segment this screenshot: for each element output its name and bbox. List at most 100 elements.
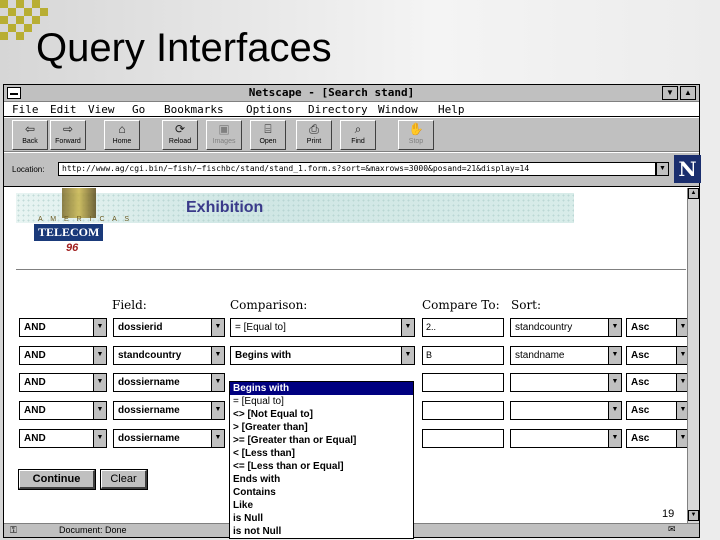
home-button[interactable]: ⌂ Home bbox=[104, 120, 140, 150]
security-key-icon: ⚿ bbox=[10, 525, 17, 535]
minimize-icon[interactable]: ▼ bbox=[662, 86, 678, 100]
row1-order-select[interactable]: Asc ▼ bbox=[626, 318, 687, 337]
window-title: Netscape - [Search stand] bbox=[248, 86, 415, 99]
logo-mark-icon bbox=[62, 188, 96, 218]
menu-help[interactable]: Help bbox=[438, 103, 465, 116]
chevron-down-icon: ▼ bbox=[676, 402, 687, 419]
row4-op-select[interactable]: AND ▼ bbox=[19, 401, 107, 420]
option-less[interactable]: < [Less than] bbox=[230, 447, 413, 460]
chevron-down-icon: ▼ bbox=[608, 319, 621, 336]
row3-compare-input[interactable] bbox=[422, 373, 504, 392]
option-contains[interactable]: Contains bbox=[230, 486, 413, 499]
menu-file[interactable]: File bbox=[12, 103, 39, 116]
row3-order-select[interactable]: Asc ▼ bbox=[626, 373, 687, 392]
option-is-null[interactable]: is Null bbox=[230, 512, 413, 525]
banner-title: Exhibition bbox=[186, 199, 264, 216]
row5-field-select[interactable]: dossiername ▼ bbox=[113, 429, 225, 448]
row1-compare-input[interactable]: 2.. bbox=[422, 318, 504, 337]
chevron-down-icon: ▼ bbox=[608, 347, 621, 364]
menu-window[interactable]: Window bbox=[378, 103, 418, 116]
clear-button[interactable]: Clear bbox=[100, 469, 148, 490]
chevron-down-icon: ▼ bbox=[608, 430, 621, 447]
slide-title: Query Interfaces bbox=[36, 26, 332, 70]
row2-field-select[interactable]: standcountry ▼ bbox=[113, 346, 225, 365]
row5-sort-select[interactable]: ▼ bbox=[510, 429, 622, 448]
page-number: 19 bbox=[662, 508, 675, 520]
back-button[interactable]: ⇦ Back bbox=[12, 120, 48, 150]
chevron-down-icon: ▼ bbox=[93, 430, 106, 447]
row3-field-select[interactable]: dossiername ▼ bbox=[113, 373, 225, 392]
option-is-not-null[interactable]: is not Null bbox=[230, 525, 413, 538]
location-label: Location: bbox=[12, 165, 45, 174]
row1-field-select[interactable]: dossierid ▼ bbox=[113, 318, 225, 337]
forward-button[interactable]: ⇨ Forward bbox=[50, 120, 86, 150]
row4-order-select[interactable]: Asc ▼ bbox=[626, 401, 687, 420]
chevron-down-icon: ▼ bbox=[93, 374, 106, 391]
print-button[interactable]: ⎙ Print bbox=[296, 120, 332, 150]
chevron-down-icon: ▼ bbox=[676, 374, 687, 391]
row4-compare-input[interactable] bbox=[422, 401, 504, 420]
comparison-header: Comparison: bbox=[230, 298, 308, 312]
row2-sort-select[interactable]: standname ▼ bbox=[510, 346, 622, 365]
chevron-down-icon: ▼ bbox=[608, 402, 621, 419]
option-not-equal[interactable]: <> [Not Equal to] bbox=[230, 408, 413, 421]
print-icon: ⎙ bbox=[309, 122, 319, 136]
option-ends-with[interactable]: Ends with bbox=[230, 473, 413, 486]
chevron-down-icon: ▼ bbox=[211, 430, 224, 447]
chevron-down-icon: ▼ bbox=[93, 319, 106, 336]
images-button[interactable]: ▣ Images bbox=[206, 120, 242, 150]
menu-go[interactable]: Go bbox=[132, 103, 145, 116]
find-button[interactable]: ⌕ Find bbox=[340, 120, 376, 150]
row2-order-select[interactable]: Asc ▼ bbox=[626, 346, 687, 365]
option-like[interactable]: Like bbox=[230, 499, 413, 512]
menu-view[interactable]: View bbox=[88, 103, 115, 116]
scroll-down-icon[interactable]: ▼ bbox=[688, 510, 699, 521]
row1-comparison-select[interactable]: = [Equal to] ▼ bbox=[230, 318, 415, 337]
stop-button[interactable]: ✋ Stop bbox=[398, 120, 434, 150]
chevron-down-icon: ▼ bbox=[676, 430, 687, 447]
comparison-dropdown-list[interactable]: Begins with = [Equal to] <> [Not Equal t… bbox=[229, 381, 414, 539]
option-less-equal[interactable]: <= [Less than or Equal] bbox=[230, 460, 413, 473]
row1-sort-select[interactable]: standcountry ▼ bbox=[510, 318, 622, 337]
menu-bookmarks[interactable]: Bookmarks bbox=[164, 103, 224, 116]
chevron-down-icon: ▼ bbox=[676, 319, 687, 336]
option-equal[interactable]: = [Equal to] bbox=[230, 395, 413, 408]
row5-order-select[interactable]: Asc ▼ bbox=[626, 429, 687, 448]
netscape-logo-icon: N bbox=[674, 155, 701, 183]
row2-comparison-select[interactable]: Begins with ▼ bbox=[230, 346, 415, 365]
scroll-up-icon[interactable]: ▲ bbox=[688, 188, 699, 199]
row1-op-select[interactable]: AND ▼ bbox=[19, 318, 107, 337]
mail-icon[interactable]: ✉ bbox=[668, 524, 676, 535]
row5-op-select[interactable]: AND ▼ bbox=[19, 429, 107, 448]
row3-op-select[interactable]: AND ▼ bbox=[19, 373, 107, 392]
sort-header: Sort: bbox=[511, 298, 542, 312]
menu-edit[interactable]: Edit bbox=[50, 103, 77, 116]
chevron-down-icon: ▼ bbox=[211, 347, 224, 364]
location-input[interactable]: http://www.ag/cgi.bin/~fish/~fischbc/sta… bbox=[58, 162, 656, 176]
open-icon: ⌸ bbox=[264, 122, 272, 136]
continue-button[interactable]: Continue bbox=[18, 469, 96, 490]
images-icon: ▣ bbox=[218, 122, 230, 136]
menu-bar: File Edit View Go Bookmarks Options Dire… bbox=[4, 102, 699, 117]
location-dropdown-icon[interactable]: ▼ bbox=[656, 162, 669, 176]
option-begins-with[interactable]: Begins with bbox=[230, 382, 413, 395]
row4-field-select[interactable]: dossiername ▼ bbox=[113, 401, 225, 420]
back-arrow-icon: ⇦ bbox=[24, 122, 36, 136]
maximize-icon[interactable]: ▲ bbox=[680, 86, 696, 100]
row5-compare-input[interactable] bbox=[422, 429, 504, 448]
compare-to-header: Compare To: bbox=[422, 298, 500, 312]
menu-options[interactable]: Options bbox=[246, 103, 292, 116]
slide: Query Interfaces Netscape - [Search stan… bbox=[0, 0, 720, 540]
row2-op-select[interactable]: AND ▼ bbox=[19, 346, 107, 365]
reload-button[interactable]: ⟳ Reload bbox=[162, 120, 198, 150]
option-greater[interactable]: > [Greater than] bbox=[230, 421, 413, 434]
row4-sort-select[interactable]: ▼ bbox=[510, 401, 622, 420]
toolbar: ⇦ Back ⇨ Forward ⌂ Home ⟳ Reload ▣ Images ⌸ Op… bbox=[4, 118, 699, 152]
open-button[interactable]: ⌸ Open bbox=[250, 120, 286, 150]
option-greater-equal[interactable]: >= [Greater than or Equal] bbox=[230, 434, 413, 447]
vertical-scrollbar[interactable]: ▲ ▼ bbox=[687, 188, 699, 523]
row2-compare-input[interactable]: B bbox=[422, 346, 504, 365]
menu-directory[interactable]: Directory bbox=[308, 103, 368, 116]
row3-sort-select[interactable]: ▼ bbox=[510, 373, 622, 392]
chevron-down-icon: ▼ bbox=[211, 402, 224, 419]
